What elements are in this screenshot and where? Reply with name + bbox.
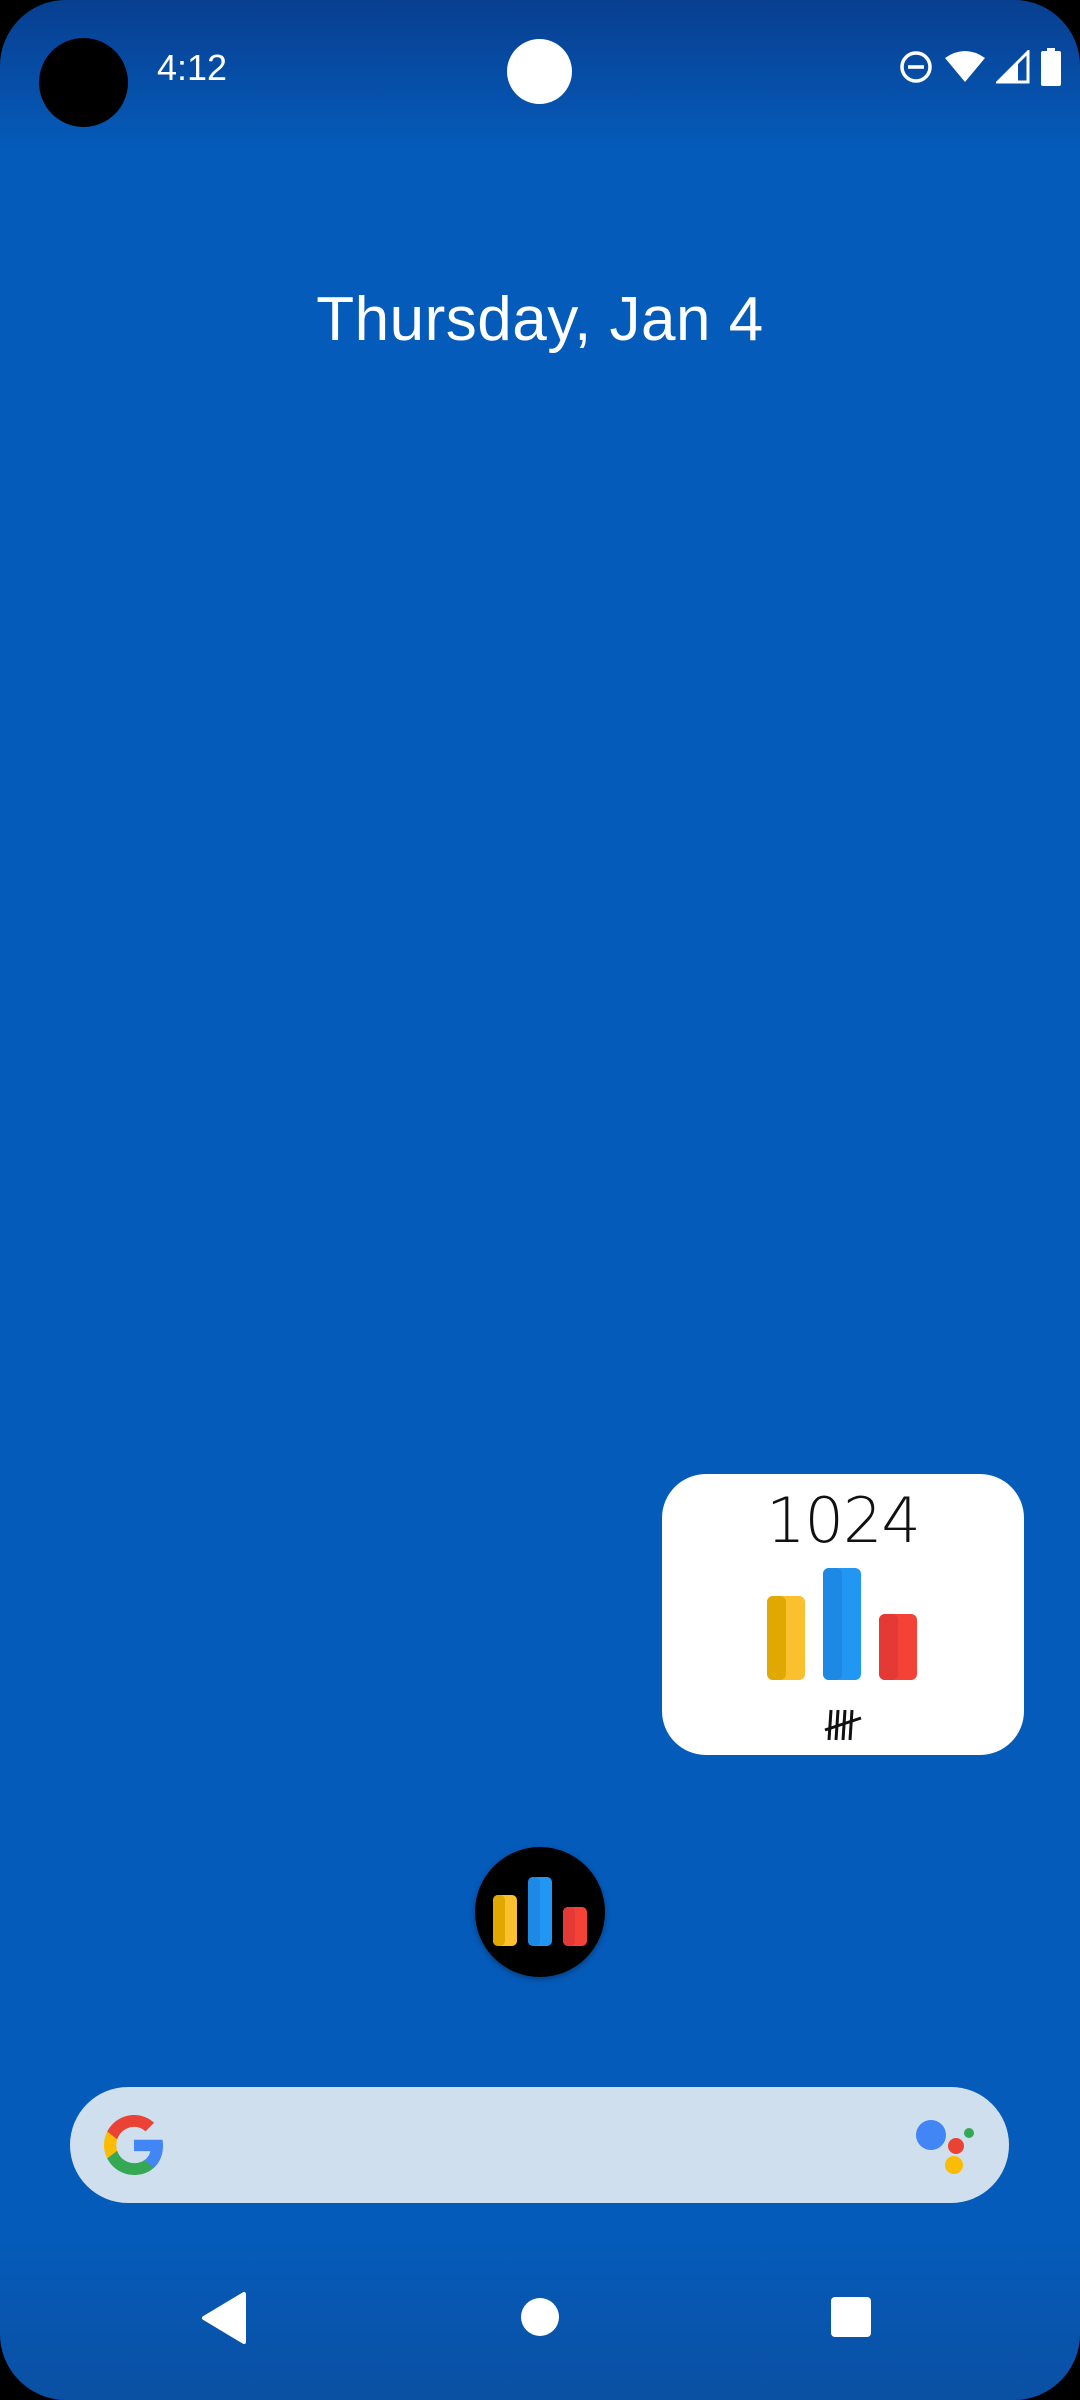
status-icons — [898, 48, 1062, 91]
notification-dot — [507, 39, 572, 104]
navigation-bar — [0, 2290, 1080, 2380]
battery-icon — [1040, 48, 1062, 91]
recents-icon[interactable] — [829, 2295, 873, 2344]
status-clock: 4:12 — [157, 47, 228, 88]
home-date[interactable]: Thursday, Jan 4 — [0, 280, 1080, 360]
google-search-bar[interactable] — [70, 2087, 1009, 2203]
widget-count: 1024 — [766, 1484, 921, 1557]
home-icon[interactable] — [519, 2296, 561, 2343]
google-g-icon[interactable] — [102, 2113, 166, 2182]
dnd-icon — [898, 49, 934, 90]
wifi-icon — [944, 50, 986, 89]
counter-widget[interactable]: 1024 — [662, 1474, 1024, 1755]
bar-chart-icon — [767, 1568, 919, 1691]
assistant-icon[interactable] — [913, 2113, 977, 2182]
tally-marks-icon — [823, 1706, 863, 1747]
home-screen: 4:12 Thursday, Jan 4 1024 — [0, 0, 1080, 2400]
bar-chart-app-icon[interactable] — [475, 1847, 605, 1977]
camera-cutout — [39, 38, 128, 127]
cell-signal-icon — [994, 48, 1030, 89]
back-icon[interactable] — [200, 2290, 248, 2351]
